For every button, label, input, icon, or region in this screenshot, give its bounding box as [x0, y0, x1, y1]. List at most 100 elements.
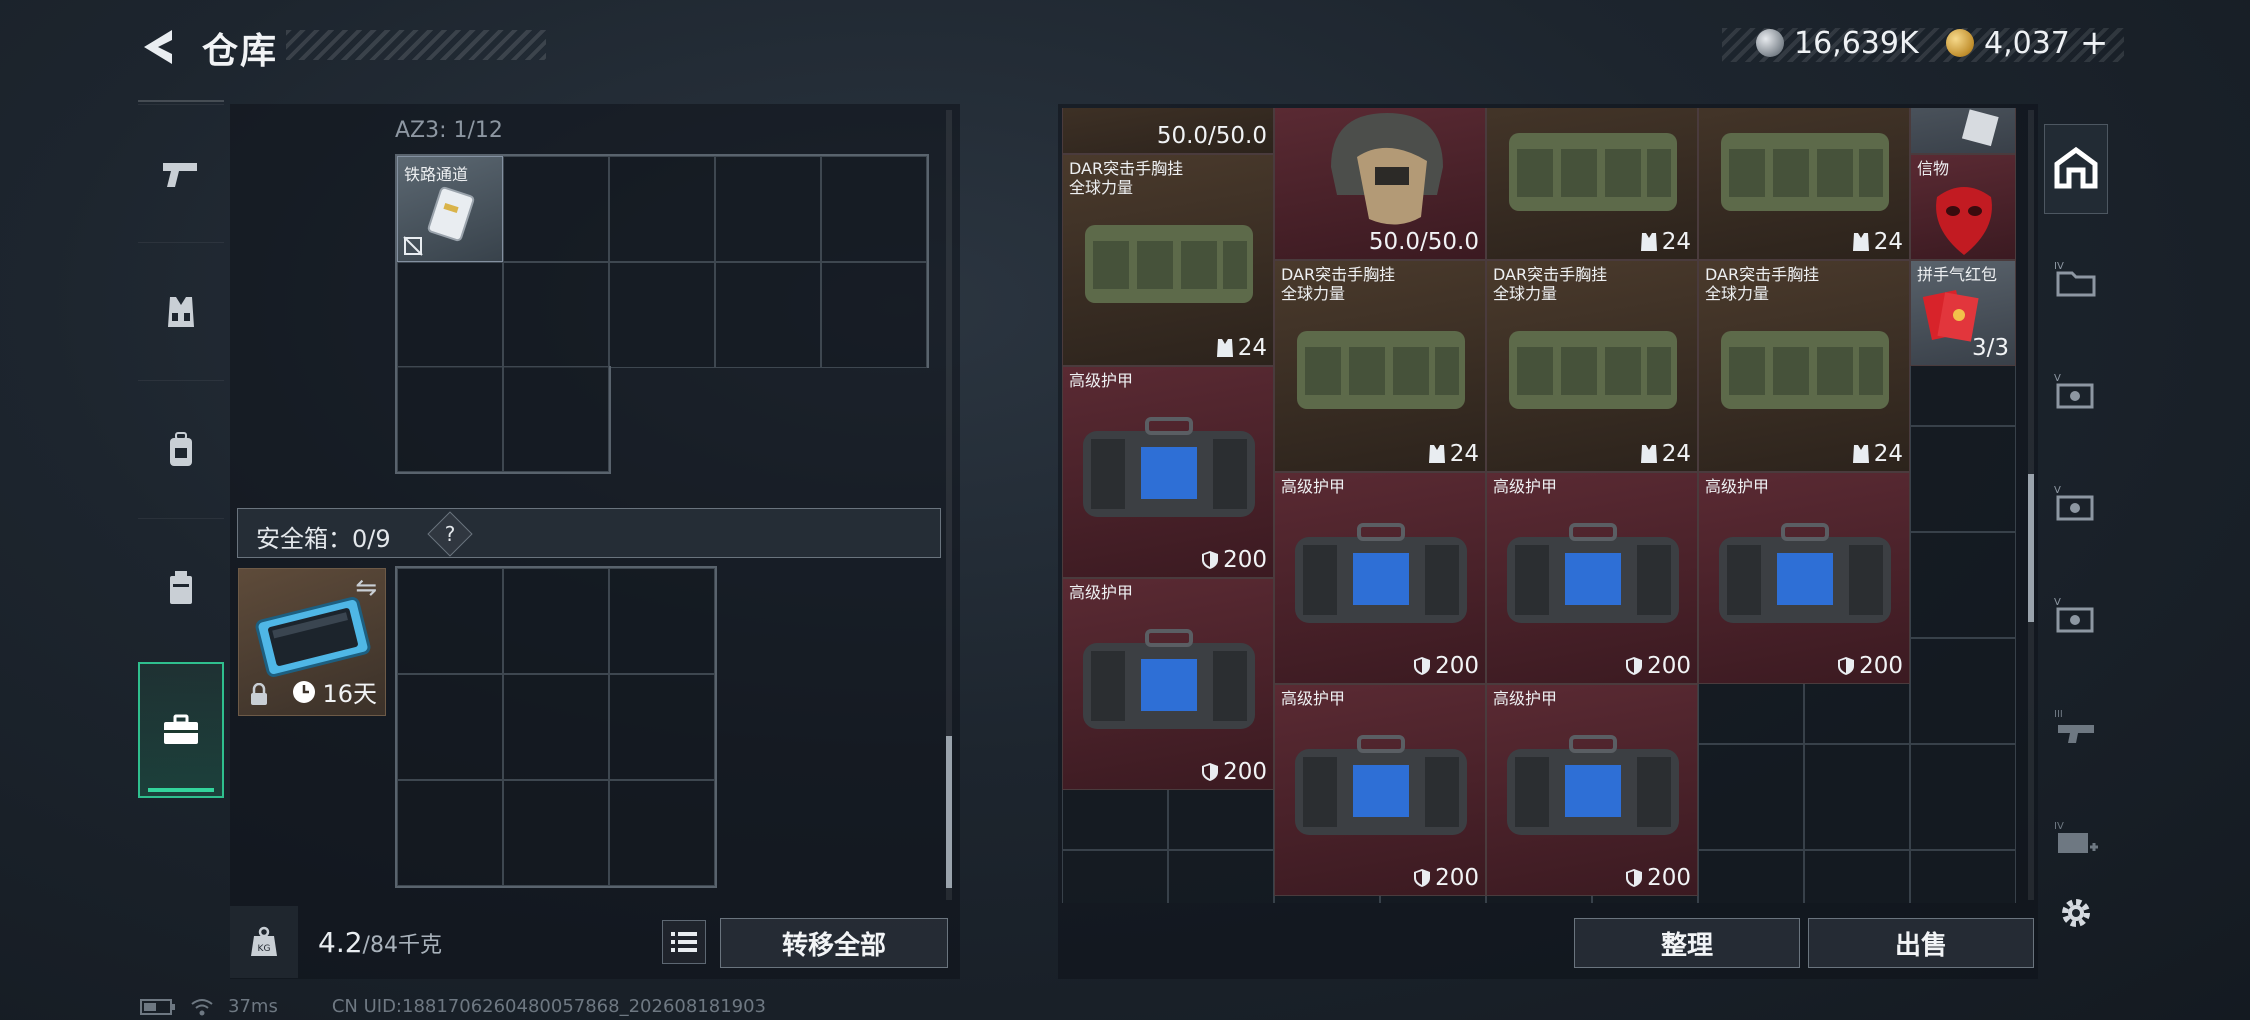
help-icon: ? — [444, 522, 456, 546]
transfer-all-button[interactable]: 转移全部 — [720, 918, 948, 968]
grid-cell[interactable] — [397, 674, 503, 780]
svg-text:V: V — [2054, 373, 2061, 384]
nav-case[interactable] — [138, 662, 224, 798]
stash-tabs: IV V V V III IV — [2044, 104, 2108, 944]
stash-item-rig[interactable]: DAR突击手胸挂 全球力量 24 — [1698, 260, 1910, 472]
grid-cell[interactable] — [609, 156, 715, 262]
grid-cell[interactable] — [397, 780, 503, 886]
list-view-button[interactable] — [662, 920, 706, 964]
armor-value-text: 200 — [1435, 653, 1479, 679]
sell-button[interactable]: 出售 — [1808, 918, 2034, 968]
stash-item-partial[interactable]: 50.0/50.0 — [1062, 108, 1274, 154]
clock-icon — [293, 680, 316, 703]
armor-value-text: 200 — [1223, 759, 1267, 785]
stash-item-armor[interactable]: 高级护甲 200 — [1274, 684, 1486, 896]
grid-cell[interactable] — [715, 262, 821, 368]
stash-grid: 50.0/50.0 50.0/50.0 24 24 信物 DAR突击手胸挂 全球… — [1062, 108, 2022, 903]
grid-cell[interactable] — [503, 156, 609, 262]
rig-icon — [1640, 445, 1657, 463]
case-icon — [164, 714, 198, 744]
nav-backpack[interactable] — [138, 380, 224, 518]
capacity: 24 — [1640, 229, 1691, 255]
stash-item-rig[interactable]: DAR突击手胸挂 全球力量 24 — [1062, 154, 1274, 366]
armor-value: 200 — [1837, 653, 1903, 679]
scroll-thumb[interactable] — [2028, 474, 2034, 622]
no-insure-icon — [403, 236, 423, 256]
stash-item-card[interactable] — [1910, 108, 2016, 154]
weight-icon-box: KG — [230, 906, 298, 978]
stash-item-helmet[interactable]: 50.0/50.0 — [1274, 108, 1486, 260]
armor-bag-icon — [1083, 629, 1255, 729]
stash-tab-iv-folder[interactable]: IV — [2044, 234, 2108, 324]
safebox-case-item[interactable]: ⇋ 16天 — [238, 568, 386, 716]
grid-cell[interactable] — [503, 568, 609, 674]
gold-currency[interactable]: 4,037 + — [1946, 23, 2109, 63]
grid-cell[interactable] — [503, 674, 609, 780]
safebox-label: 安全箱：0/9 — [256, 525, 391, 553]
safebox-help-button[interactable]: ? — [427, 511, 473, 557]
scroll-thumb[interactable] — [946, 736, 952, 888]
stash-tab-v-2[interactable]: V — [2044, 458, 2108, 548]
stash-item-armor[interactable]: 高级护甲 200 — [1274, 472, 1486, 684]
organize-button[interactable]: 整理 — [1574, 918, 1800, 968]
chest-rig-icon — [1509, 133, 1677, 211]
safebox-grid — [395, 566, 717, 888]
armor-bag-icon — [1083, 417, 1255, 517]
grid-cell[interactable] — [503, 262, 609, 368]
grid-cell[interactable] — [821, 156, 927, 262]
grid-cell[interactable] — [397, 568, 503, 674]
grid-cell[interactable] — [503, 366, 609, 472]
stash-item-rig[interactable]: 24 — [1698, 108, 1910, 260]
safebox-header: 安全箱：0/9 ? — [237, 508, 941, 558]
grid-cell[interactable] — [503, 780, 609, 886]
stash-item-armor[interactable]: 高级护甲 200 — [1486, 472, 1698, 684]
add-currency-button[interactable]: + — [2080, 23, 2109, 63]
grid-cell[interactable] — [609, 780, 715, 886]
stash-tab-add[interactable]: IV — [2044, 794, 2108, 884]
grid-cell[interactable] — [609, 568, 715, 674]
grid-cell[interactable] — [609, 674, 715, 780]
item-name: 高级护甲 — [1705, 477, 1770, 496]
stash-tab-main[interactable] — [2044, 124, 2108, 214]
key-card-icon — [427, 186, 475, 242]
grid-cell[interactable] — [821, 262, 927, 368]
key-card-item[interactable]: 铁路通道 — [397, 156, 503, 262]
weight-current: 4.2 — [318, 926, 363, 959]
stash-scrollbar[interactable] — [2028, 110, 2034, 900]
nav-weapon[interactable] — [138, 104, 224, 242]
stash-tab-v-1[interactable]: V — [2044, 346, 2108, 436]
svg-text:KG: KG — [258, 944, 271, 954]
stash-item-rig[interactable]: 24 — [1486, 108, 1698, 260]
stash-item-rig[interactable]: DAR突击手胸挂 全球力量 24 — [1486, 260, 1698, 472]
stash-item-red-envelope[interactable]: 拼手气红包 3/3 — [1910, 260, 2016, 366]
settings-button[interactable] — [2044, 878, 2108, 948]
grid-cell[interactable] — [397, 366, 503, 472]
nav-active-indicator — [148, 788, 214, 792]
stash-item-armor[interactable]: 高级护甲 200 — [1062, 366, 1274, 578]
stash-item-token[interactable]: 信物 — [1910, 154, 2016, 260]
nav-vest[interactable] — [138, 242, 224, 380]
stash-item-rig[interactable]: DAR突击手胸挂 全球力量 24 — [1274, 260, 1486, 472]
back-button[interactable] — [136, 24, 182, 70]
item-name-line1: DAR突击手胸挂 — [1069, 159, 1184, 178]
capacity-value: 24 — [1873, 441, 1903, 467]
grid-cell[interactable] — [609, 262, 715, 368]
grid-cell[interactable] — [715, 156, 821, 262]
left-scrollbar[interactable] — [946, 110, 952, 900]
secure-case-icon — [255, 597, 371, 677]
stash-item-armor[interactable]: 高级护甲 200 — [1062, 578, 1274, 790]
stash-tab-v-3[interactable]: V — [2044, 570, 2108, 660]
grid-cell[interactable] — [397, 262, 503, 368]
armor-bag-icon — [1507, 735, 1679, 835]
item-name-line2: 全球力量 — [1281, 284, 1346, 303]
quantity: 3/3 — [1972, 335, 2009, 361]
stash-item-armor[interactable]: 高级护甲 200 — [1698, 472, 1910, 684]
nav-pouch[interactable] — [138, 518, 224, 656]
armor-value-text: 200 — [1647, 865, 1691, 891]
capacity: 24 — [1852, 441, 1903, 467]
capacity-value: 24 — [1873, 229, 1903, 255]
pistol-icon — [163, 162, 197, 187]
stash-tab-iii[interactable]: III — [2044, 682, 2108, 772]
stash-item-armor[interactable]: 高级护甲 200 — [1486, 684, 1698, 896]
silver-currency: 16,639K — [1756, 24, 1919, 62]
